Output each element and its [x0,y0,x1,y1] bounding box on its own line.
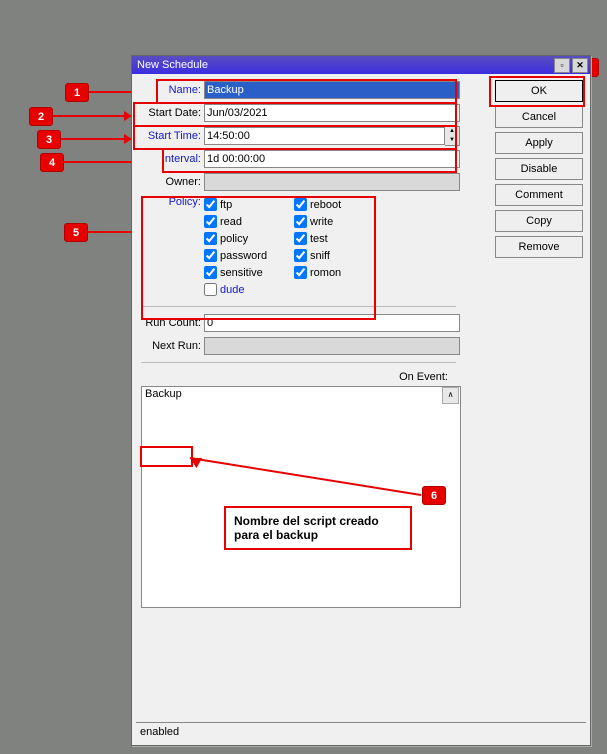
policy-grid: ftp reboot read write policy test passwo… [204,196,384,296]
annotation-marker-5: 5 [64,223,88,242]
on-event-textarea[interactable] [141,386,461,608]
next-run-input [204,337,460,355]
interval-input[interactable] [204,150,460,168]
close-icon[interactable]: ✕ [572,58,588,73]
policy-ftp-checkbox[interactable] [204,198,217,211]
run-count-input [204,314,460,332]
name-label: Name: [137,84,204,96]
policy-read-checkbox[interactable] [204,215,217,228]
owner-input [204,173,460,191]
start-date-input[interactable] [204,104,460,122]
annotation-arrow [61,138,131,140]
next-run-label: Next Run: [137,340,204,352]
start-time-label: Start Time: [137,130,204,142]
annotation-marker-2: 2 [29,107,53,126]
status-text: enabled [140,726,179,738]
interval-label: Interval: [137,153,204,165]
copy-button[interactable]: Copy [495,210,583,232]
cancel-button[interactable]: Cancel [495,106,583,128]
start-date-label: Start Date: [137,107,204,119]
window-title: New Schedule [137,59,552,71]
apply-button[interactable]: Apply [495,132,583,154]
run-count-label: Run Count: [137,317,204,329]
policy-password-checkbox[interactable] [204,249,217,262]
policy-romon-checkbox[interactable] [294,266,307,279]
policy-test-checkbox[interactable] [294,232,307,245]
disable-button[interactable]: Disable [495,158,583,180]
annotation-marker-4: 4 [40,153,64,172]
annotation-marker-6: 6 [422,486,446,505]
name-input[interactable] [204,81,460,99]
annotation-marker-1: 1 [65,83,89,102]
new-schedule-window: New Schedule ▫ ✕ OK Cancel Apply Disable… [131,55,591,746]
policy-label: Policy: [137,196,204,296]
annotation-note: Nombre del script creado para el backup [224,506,412,550]
policy-policy-checkbox[interactable] [204,232,217,245]
policy-sniff-checkbox[interactable] [294,249,307,262]
annotation-arrow [53,115,131,117]
remove-button[interactable]: Remove [495,236,583,258]
minimize-icon[interactable]: ▫ [554,58,570,73]
policy-dude-checkbox[interactable] [204,283,217,296]
status-bar: enabled [136,722,586,741]
policy-sensitive-checkbox[interactable] [204,266,217,279]
comment-button[interactable]: Comment [495,184,583,206]
ok-button[interactable]: OK [495,80,583,102]
start-time-spinner[interactable]: ▲▼ [445,126,460,146]
policy-write-checkbox[interactable] [294,215,307,228]
on-event-label: On Event: [137,371,460,383]
start-time-input[interactable] [204,127,445,145]
owner-label: Owner: [137,176,204,188]
title-bar[interactable]: New Schedule ▫ ✕ [132,56,590,74]
scroll-up-icon[interactable]: ∧ [442,387,459,404]
annotation-marker-3: 3 [37,130,61,149]
policy-reboot-checkbox[interactable] [294,198,307,211]
